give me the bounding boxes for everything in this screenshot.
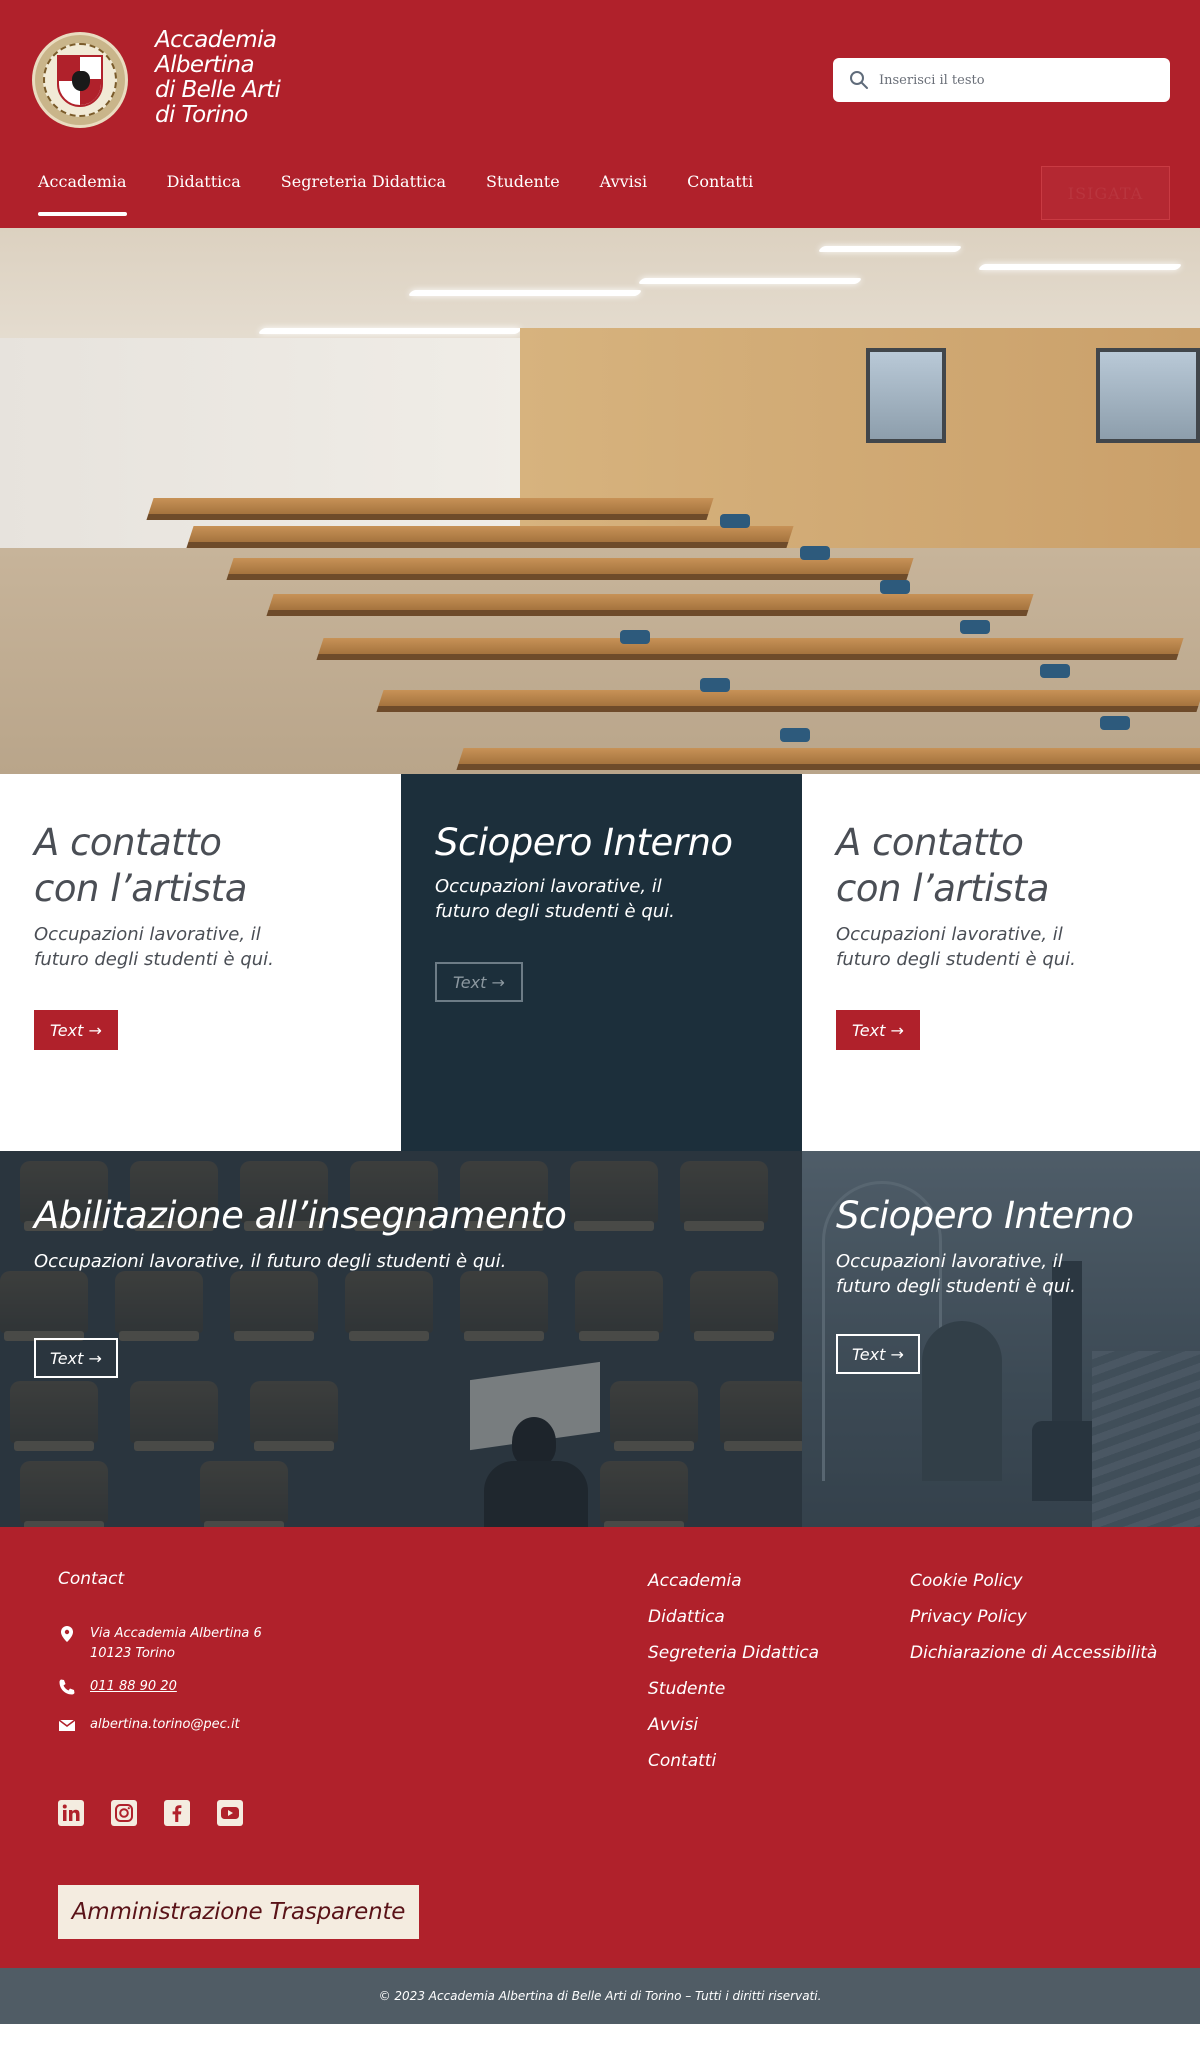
facebook-icon[interactable] <box>164 1800 190 1826</box>
mail-icon <box>58 1719 76 1731</box>
nav-item-studente[interactable]: Studente <box>486 172 560 216</box>
youtube-icon[interactable] <box>217 1800 243 1826</box>
footer-link-accademia[interactable]: Accademia <box>648 1569 819 1605</box>
instagram-icon[interactable] <box>111 1800 137 1826</box>
promo-card-contatto-artista: A contatto con l’artista Occupazioni lavo… <box>0 774 401 1151</box>
card-text-button[interactable]: Text → <box>836 1010 920 1050</box>
promo-card-sciopero-interno-2: Sciopero Interno Occupazioni lavorative,… <box>802 1151 1200 1527</box>
email-text[interactable]: albertina.torino@pec.it <box>90 1715 240 1735</box>
card-text-button[interactable]: Text → <box>34 1338 118 1378</box>
site-footer: Contact Via Accademia Albertina 6 10123 … <box>0 1527 1200 1968</box>
amministrazione-trasparente-button[interactable]: Amministrazione Trasparente <box>58 1885 419 1939</box>
card-subtitle: Occupazioni lavorative, il futuro degli s… <box>836 924 1076 970</box>
footer-link-contatti[interactable]: Contatti <box>648 1749 819 1785</box>
contact-heading: Contact <box>58 1569 125 1589</box>
promo-card-abilitazione: Abilitazione all’insegnamento Occupazion… <box>0 1151 802 1527</box>
logo-line: di Belle Arti <box>155 77 281 103</box>
nav-item-accademia[interactable]: Accademia <box>38 172 127 216</box>
card-text-button[interactable]: Text → <box>435 962 523 1002</box>
logo-line: Albertina <box>155 52 255 78</box>
coat-of-arms-icon <box>57 55 103 107</box>
footer-link-segreteria-didattica[interactable]: Segreteria Didattica <box>648 1641 819 1677</box>
footer-link-avvisi[interactable]: Avvisi <box>648 1713 819 1749</box>
logo-line: di Torino <box>155 102 248 128</box>
card-title: Sciopero Interno <box>836 1194 1134 1237</box>
copyright-bar: © 2023 Accademia Albertina di Belle Arti… <box>0 1968 1200 2024</box>
card-text-button[interactable]: Text → <box>34 1010 118 1050</box>
footer-links-legal: Cookie Policy Privacy Policy Dichiarazio… <box>910 1569 1157 1677</box>
card-title: Sciopero Interno <box>435 821 733 864</box>
logo-line: Accademia <box>155 27 277 53</box>
card-title: Abilitazione all’insegnamento <box>34 1194 567 1237</box>
academy-seal-logo[interactable] <box>32 32 128 128</box>
address-line: 10123 Torino <box>90 1646 175 1661</box>
footer-link-studente[interactable]: Studente <box>648 1677 819 1713</box>
card-title: A contatto con l’artista <box>34 821 247 910</box>
promo-card-sciopero-interno: Sciopero Interno Occupazioni lavorative,… <box>401 774 802 1151</box>
nav-item-segreteria-didattica[interactable]: Segreteria Didattica <box>281 172 446 216</box>
nav-item-avvisi[interactable]: Avvisi <box>600 172 647 216</box>
address-line: Via Accademia Albertina 6 <box>90 1626 262 1641</box>
card-subtitle: Occupazioni lavorative, il futuro degli s… <box>836 1251 1076 1297</box>
email-row: albertina.torino@pec.it <box>58 1715 240 1735</box>
signin-button[interactable]: ISIGATA <box>1041 166 1170 220</box>
linkedin-icon[interactable] <box>58 1800 84 1826</box>
site-header: Accademia Albertina di Belle Arti di Tor… <box>0 0 1200 228</box>
logo-wordmark[interactable]: Accademia Albertina di Belle Arti di Tor… <box>155 27 281 128</box>
search-input[interactable] <box>879 66 1159 94</box>
footer-link-privacy-policy[interactable]: Privacy Policy <box>910 1605 1157 1641</box>
card-title: A contatto con l’artista <box>836 821 1049 910</box>
hero-lecture-hall-image <box>0 228 1200 774</box>
footer-link-didattica[interactable]: Didattica <box>648 1605 819 1641</box>
phone-row: 011 88 90 20 <box>58 1677 177 1697</box>
search-box <box>833 58 1170 102</box>
footer-links-main: Accademia Didattica Segreteria Didattica… <box>648 1569 819 1785</box>
search-icon <box>850 71 868 89</box>
phone-icon <box>59 1679 75 1695</box>
copyright-text: © 2023 Accademia Albertina di Belle Arti… <box>378 1989 822 2003</box>
location-pin-icon <box>61 1626 73 1642</box>
card-subtitle: Occupazioni lavorative, il futuro degli s… <box>34 924 274 970</box>
phone-link[interactable]: 011 88 90 20 <box>90 1677 177 1697</box>
card-text-button[interactable]: Text → <box>836 1334 920 1374</box>
main-nav: Accademia Didattica Segreteria Didattica… <box>38 172 793 222</box>
promo-card-contatto-artista-2: A contatto con l’artista Occupazioni lavo… <box>802 774 1200 1151</box>
social-links <box>58 1800 270 1826</box>
nav-item-didattica[interactable]: Didattica <box>167 172 241 216</box>
footer-link-cookie-policy[interactable]: Cookie Policy <box>910 1569 1157 1605</box>
address-row: Via Accademia Albertina 6 10123 Torino <box>58 1624 262 1664</box>
card-subtitle: Occupazioni lavorative, il futuro degli s… <box>435 876 675 922</box>
nav-item-contatti[interactable]: Contatti <box>687 172 753 216</box>
footer-link-accessibilita[interactable]: Dichiarazione di Accessibilità <box>910 1641 1157 1677</box>
card-subtitle: Occupazioni lavorative, il futuro degli … <box>34 1251 507 1272</box>
